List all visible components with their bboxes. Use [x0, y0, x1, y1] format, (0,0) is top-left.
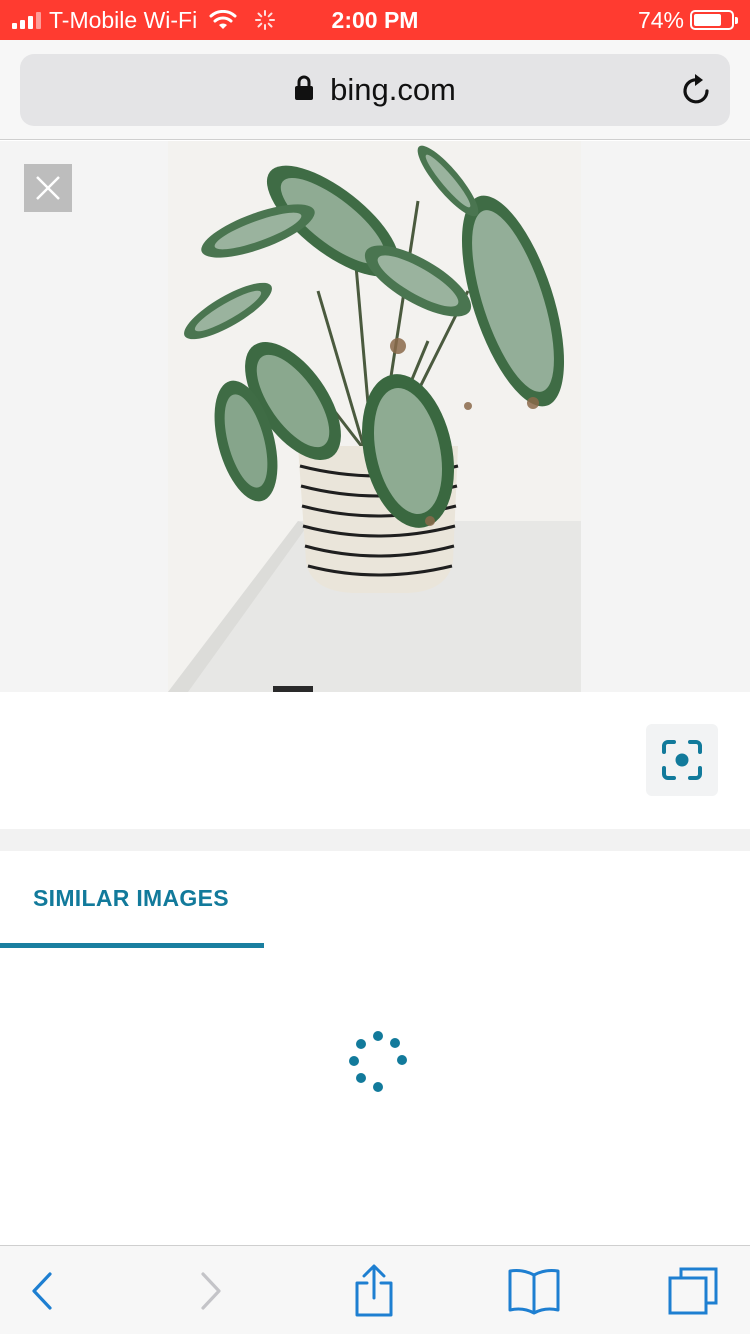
tab-label: SIMILAR IMAGES [33, 885, 229, 911]
browser-toolbar [0, 1245, 750, 1334]
image-actions [0, 692, 750, 829]
results-tabs: SIMILAR IMAGES [0, 851, 750, 948]
battery-level [694, 14, 721, 26]
tabs-icon [668, 1267, 718, 1314]
forward-button[interactable] [171, 1246, 251, 1334]
close-button[interactable] [24, 164, 72, 212]
status-right: 74% [637, 0, 738, 40]
signal-strength-icon [12, 11, 41, 29]
loading-spinner-icon [349, 1031, 407, 1092]
battery-icon [690, 10, 738, 30]
battery-cap [735, 17, 738, 24]
wifi-icon [209, 10, 237, 29]
close-icon [36, 176, 60, 200]
forward-icon [201, 1271, 221, 1310]
bookmarks-icon [508, 1268, 560, 1314]
status-bar: T-Mobile Wi-Fi 2:00 PM 74% [0, 0, 750, 40]
carrier-name: T-Mobile Wi-Fi [49, 6, 198, 33]
url-text: bing.com [330, 72, 456, 107]
visual-search-button[interactable] [646, 724, 718, 796]
browser-address-area: bing.com [0, 40, 750, 140]
visual-search-icon [662, 740, 702, 780]
tabs-button[interactable] [653, 1246, 733, 1334]
share-button[interactable] [334, 1246, 414, 1334]
share-icon [355, 1264, 393, 1316]
reload-icon[interactable] [680, 72, 714, 108]
status-left: T-Mobile Wi-Fi [12, 0, 276, 40]
back-icon [32, 1271, 52, 1310]
lock-icon [295, 75, 314, 100]
battery-percent: 74% [637, 6, 684, 33]
similar-images-results [0, 948, 750, 1245]
network-activity-icon [255, 10, 276, 30]
potted-plant-photo[interactable] [168, 141, 581, 692]
address-bar-content: bing.com [20, 54, 730, 126]
address-bar[interactable]: bing.com [20, 54, 730, 126]
tab-similar-images[interactable]: SIMILAR IMAGES [0, 851, 264, 948]
image-viewer [0, 141, 750, 692]
back-button[interactable] [2, 1246, 82, 1334]
section-divider [0, 829, 750, 851]
bookmarks-button[interactable] [494, 1246, 574, 1334]
